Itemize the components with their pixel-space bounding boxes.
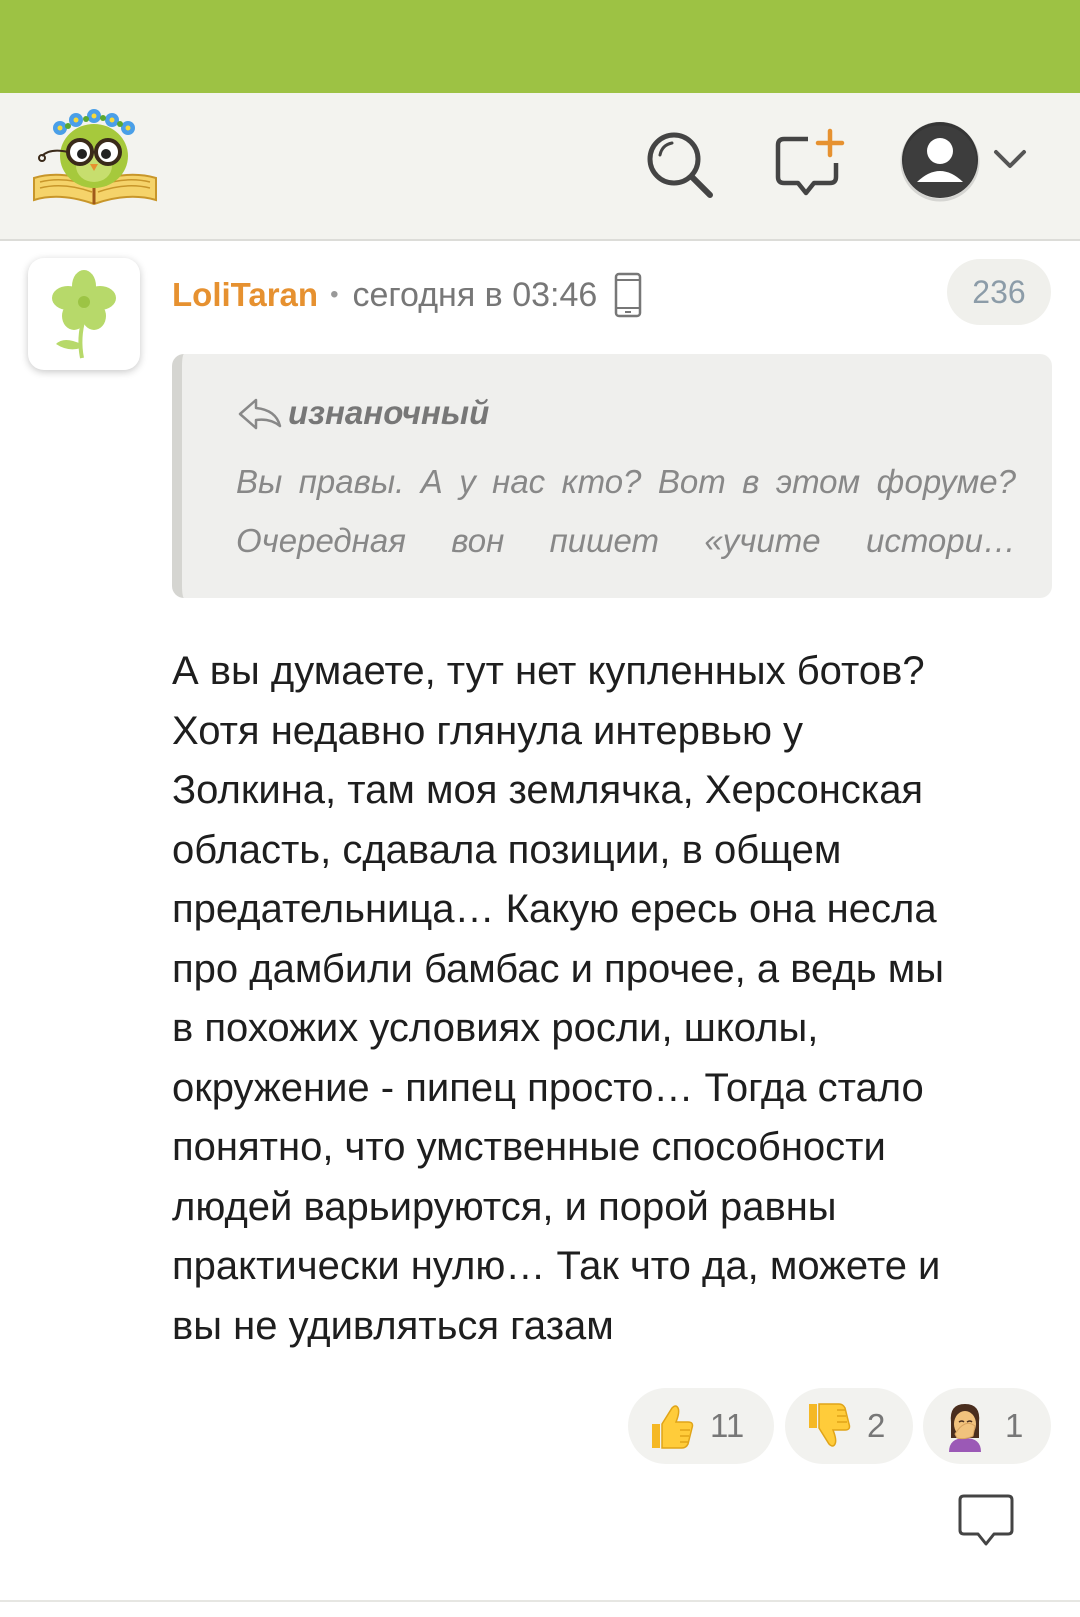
quoted-reply[interactable]: изнаночный Вы правы. А у нас кто? Вот в … <box>172 354 1052 598</box>
comment-text: А вы думаете, тут нет купленных ботов? Х… <box>172 649 944 1348</box>
username[interactable]: LoliTaran <box>172 276 318 314</box>
chevron-down-icon <box>994 150 1026 168</box>
profile-menu-button[interactable] <box>900 120 1040 206</box>
search-icon[interactable] <box>640 125 720 205</box>
reply-comment-icon[interactable] <box>956 1492 1016 1550</box>
mobile-device-icon <box>615 272 642 318</box>
reaction-facepalm-count: 1 <box>1005 1407 1024 1444</box>
facepalm-icon <box>949 1404 981 1452</box>
user-icon <box>900 122 980 202</box>
reply-arrow-icon <box>238 398 282 430</box>
separator-dot: • <box>330 281 339 308</box>
quote-header: изнаночный <box>236 394 489 432</box>
owl-reading-book-logo[interactable] <box>30 108 160 213</box>
divider <box>0 1600 1080 1602</box>
reaction-facepalm-button[interactable]: 1 <box>923 1388 1051 1464</box>
timestamp: сегодня в 03:46 <box>352 275 598 314</box>
new-post-icon[interactable] <box>772 125 852 205</box>
reaction-dislike-count: 2 <box>867 1407 886 1444</box>
reaction-like-count: 11 <box>710 1407 745 1444</box>
comment-number-badge[interactable]: 236 <box>947 259 1051 325</box>
thumbs-down-icon <box>809 1403 851 1447</box>
quote-text: Вы правы. А у нас кто? Вот в этом форуме… <box>236 463 1016 559</box>
avatar[interactable] <box>28 258 140 370</box>
reaction-dislike-button[interactable]: 2 <box>785 1388 913 1464</box>
reaction-like-button[interactable]: 11 <box>628 1388 774 1464</box>
flower-icon <box>52 270 116 359</box>
thumbs-up-icon <box>652 1405 694 1449</box>
quote-author: изнаночный <box>288 394 490 431</box>
comment-meta: LoliTaran • сегодня в 03:46 <box>172 270 643 320</box>
status-bar <box>0 0 1080 93</box>
